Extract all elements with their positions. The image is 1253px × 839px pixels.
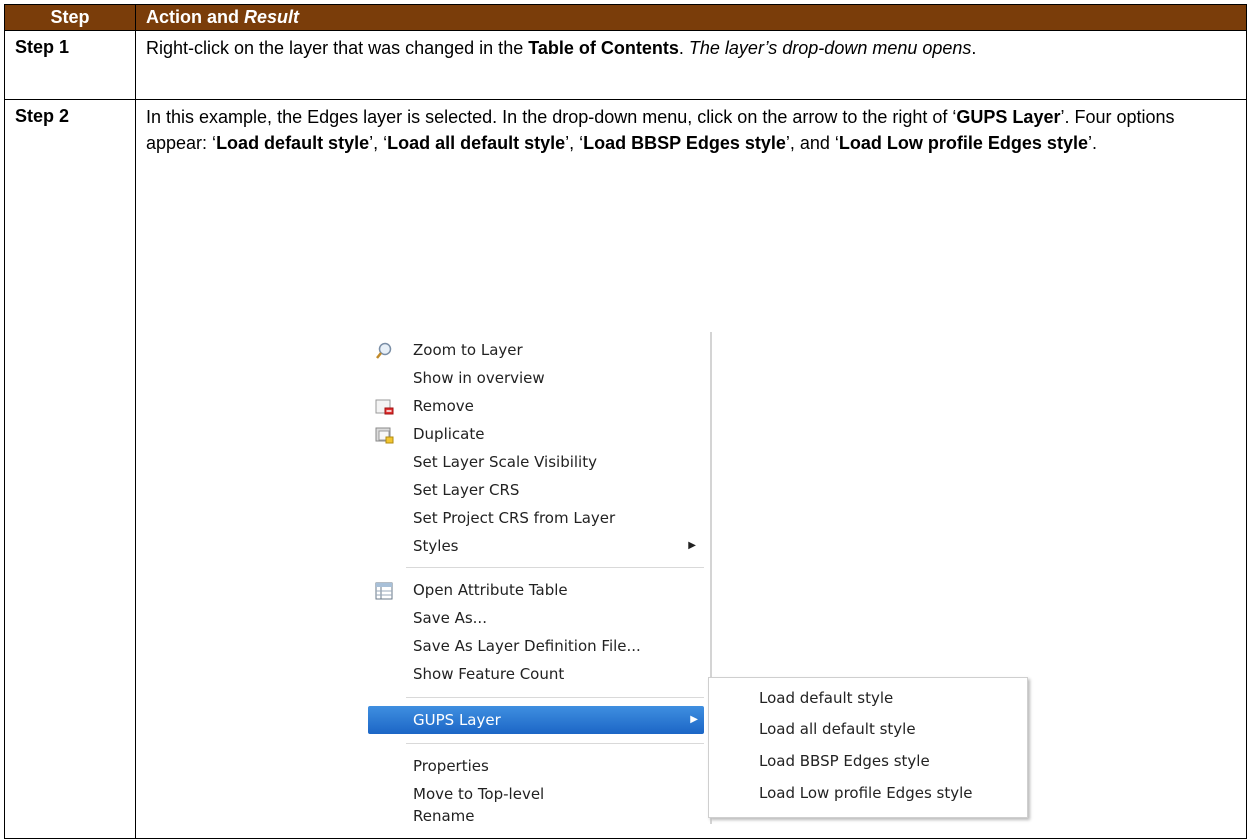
step-1-text: Right-click on the layer that was change…	[135, 30, 1247, 100]
menu-item-duplicate[interactable]: Duplicate	[362, 420, 708, 448]
menu-item-remove[interactable]: Remove	[362, 392, 708, 420]
duplicate-layer-icon	[375, 425, 394, 444]
submenu-item-label: Load BBSP Edges style	[759, 752, 930, 770]
menu-item-label: Styles	[413, 537, 459, 555]
menu-item-label: Rename	[413, 808, 475, 824]
menu-item-label: Set Layer Scale Visibility	[413, 453, 597, 471]
submenu-item-label: Load default style	[759, 689, 894, 707]
menu-item-label: Set Layer CRS	[413, 481, 520, 499]
step-2-label: Step 2	[4, 99, 136, 839]
menu-item-label: Properties	[413, 757, 489, 775]
menu-item-set-layer-scale-visibility[interactable]: Set Layer Scale Visibility	[362, 448, 708, 476]
menu-item-label: Open Attribute Table	[413, 581, 568, 599]
menu-item-label: Zoom to Layer	[413, 341, 523, 359]
submenu-item-label: Load Low profile Edges style	[759, 784, 973, 802]
menu-item-save-as[interactable]: Save As...	[362, 604, 708, 632]
menu-item-label: Remove	[413, 397, 474, 415]
zoom-icon	[375, 341, 393, 359]
header-action-result: Action and Result	[135, 4, 1247, 31]
menu-item-set-layer-crs[interactable]: Set Layer CRS	[362, 476, 708, 504]
submenu-item-load-default-style[interactable]: Load default style	[709, 683, 1027, 713]
menu-item-zoom-to-layer[interactable]: Zoom to Layer	[362, 336, 708, 364]
menu-item-rename[interactable]: Rename	[362, 808, 708, 824]
step-1-label: Step 1	[4, 30, 136, 100]
menu-item-label: Set Project CRS from Layer	[413, 509, 616, 527]
menu-item-label: Save As...	[413, 609, 487, 627]
menu-item-label: Show Feature Count	[413, 665, 565, 683]
menu-item-styles[interactable]: Styles ▶	[362, 532, 708, 560]
menu-item-label: Save As Layer Definition File...	[413, 637, 641, 655]
remove-layer-icon	[375, 397, 394, 415]
menu-item-show-in-overview[interactable]: Show in overview	[362, 364, 708, 392]
menu-separator	[406, 743, 704, 744]
menu-item-label: Show in overview	[413, 369, 545, 387]
menu-item-open-attribute-table[interactable]: Open Attribute Table	[362, 576, 708, 604]
submenu-arrow-icon: ▶	[690, 714, 698, 725]
submenu-item-load-low-profile-edges-style[interactable]: Load Low profile Edges style	[709, 778, 1027, 808]
menu-item-move-to-top-level[interactable]: Move to Top-level	[362, 780, 708, 808]
gups-layer-submenu: Load default style Load all default styl…	[708, 677, 1028, 818]
menu-item-properties[interactable]: Properties	[362, 752, 708, 780]
submenu-item-load-bbsp-edges-style[interactable]: Load BBSP Edges style	[709, 746, 1027, 776]
menu-separator	[406, 697, 704, 698]
menu-item-label: Duplicate	[413, 425, 485, 443]
menu-item-gups-layer[interactable]: GUPS Layer ▶	[368, 706, 704, 734]
menu-item-label: GUPS Layer	[413, 711, 501, 729]
context-menu-screenshot: Zoom to Layer Show in overview Remove Du…	[362, 332, 1032, 824]
attribute-table-icon	[375, 581, 393, 600]
menu-item-label: Move to Top-level	[413, 785, 545, 803]
header-step: Step	[4, 4, 136, 31]
layer-context-menu: Zoom to Layer Show in overview Remove Du…	[362, 332, 712, 824]
submenu-item-label: Load all default style	[759, 720, 916, 738]
menu-item-save-as-layer-definition[interactable]: Save As Layer Definition File...	[362, 632, 708, 660]
menu-item-set-project-crs[interactable]: Set Project CRS from Layer	[362, 504, 708, 532]
submenu-item-load-all-default-style[interactable]: Load all default style	[709, 714, 1027, 744]
menu-separator	[406, 567, 704, 568]
menu-item-show-feature-count[interactable]: Show Feature Count	[362, 660, 708, 688]
submenu-arrow-icon: ▶	[688, 540, 696, 551]
table-row-step-1: Step 1 Right-click on the layer that was…	[4, 30, 1247, 100]
table-header-row: Step Action and Result	[4, 4, 1247, 31]
